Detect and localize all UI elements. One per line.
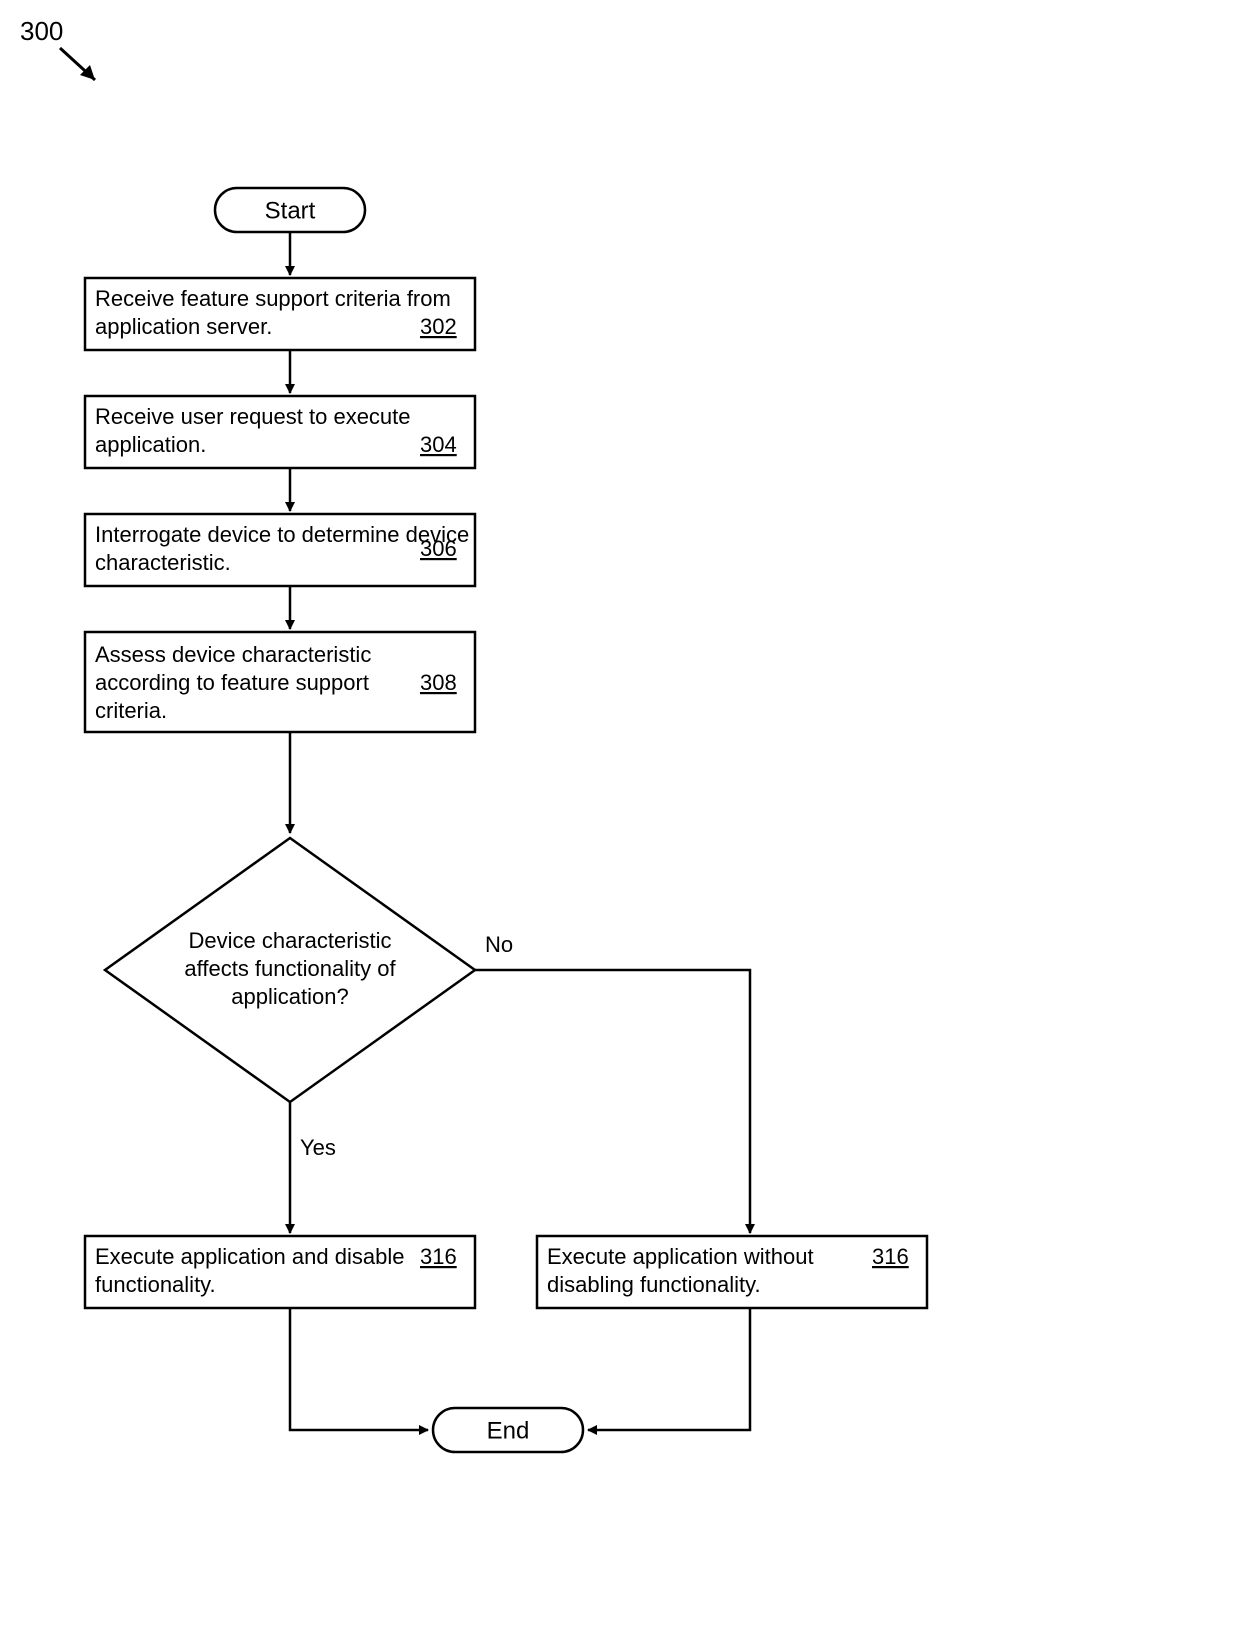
svg-text:Execute application without: Execute application without (547, 1244, 814, 1269)
step-316-no-disable: Execute application without disabling fu… (537, 1236, 927, 1308)
svg-text:application?: application? (231, 984, 348, 1009)
svg-text:according to feature support: according to feature support (95, 670, 369, 695)
end-terminal: End (433, 1408, 583, 1452)
svg-text:application server.: application server. (95, 314, 272, 339)
figure-reference: 300 (20, 16, 63, 46)
step-316-disable: Execute application and disable function… (85, 1236, 475, 1308)
decision-device-characteristic: Device characteristic affects functional… (105, 838, 475, 1102)
svg-text:Receive user request to execut: Receive user request to execute (95, 404, 411, 429)
svg-text:302: 302 (420, 314, 457, 339)
svg-text:criteria.: criteria. (95, 698, 167, 723)
svg-text:application.: application. (95, 432, 206, 457)
branch-no-label: No (485, 932, 513, 957)
svg-text:affects functionality of: affects functionality of (184, 956, 396, 981)
svg-text:functionality.: functionality. (95, 1272, 216, 1297)
svg-text:Device characteristic: Device characteristic (189, 928, 392, 953)
start-terminal: Start (215, 188, 365, 232)
svg-text:characteristic.: characteristic. (95, 550, 231, 575)
svg-text:Start: Start (265, 197, 316, 224)
svg-text:316: 316 (420, 1244, 457, 1269)
svg-text:Assess device characteristic: Assess device characteristic (95, 642, 371, 667)
svg-text:306: 306 (420, 536, 457, 561)
svg-text:304: 304 (420, 432, 457, 457)
svg-text:308: 308 (420, 670, 457, 695)
svg-text:End: End (487, 1417, 530, 1444)
branch-yes-label: Yes (300, 1135, 336, 1160)
svg-text:316: 316 (872, 1244, 909, 1269)
svg-text:Receive feature support criter: Receive feature support criteria from (95, 286, 451, 311)
step-304: Receive user request to execute applicat… (85, 396, 475, 468)
svg-text:disabling functionality.: disabling functionality. (547, 1272, 761, 1297)
step-302: Receive feature support criteria from ap… (85, 278, 475, 350)
svg-text:Execute application and disabl: Execute application and disable (95, 1244, 404, 1269)
step-308: Assess device characteristic according t… (85, 632, 475, 732)
flowchart-diagram: 300 Start Receive feature support criter… (0, 0, 1240, 1652)
svg-text:Interrogate device to determin: Interrogate device to determine device (95, 522, 469, 547)
step-306: Interrogate device to determine device c… (85, 514, 475, 586)
